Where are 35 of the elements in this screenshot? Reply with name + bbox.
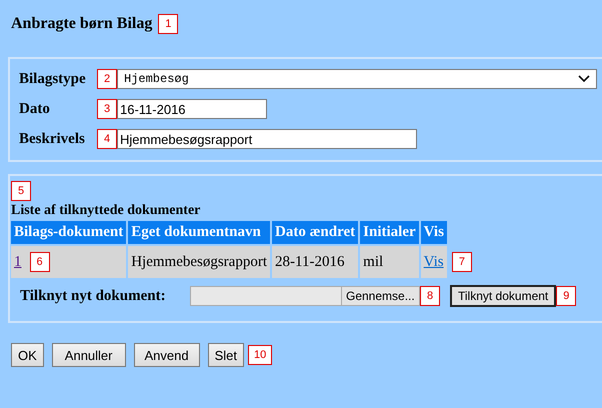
callout-number: 7 xyxy=(452,252,472,272)
chevron-down-icon xyxy=(578,75,590,83)
dialog-button[interactable]: Annuller xyxy=(52,343,126,367)
section-heading: Liste af tilknyttede dokumenter xyxy=(11,203,202,219)
callout-number: 8 xyxy=(420,286,440,306)
callout-number: 4 xyxy=(97,129,117,149)
callout-number: 5 xyxy=(11,181,31,201)
callout-number: 9 xyxy=(556,286,576,306)
table-cell: Hjemmebesøgsrapport xyxy=(128,246,270,278)
field-label: Beskrivels xyxy=(19,130,86,148)
table-cell: 28-11-2016 xyxy=(272,246,358,278)
view-link[interactable]: Vis xyxy=(424,254,444,270)
input-field[interactable]: Hjemmebesøgsrapport xyxy=(117,129,417,149)
column-header: Initialer xyxy=(360,221,419,244)
attach-label: Tilknyt nyt dokument: xyxy=(20,288,167,304)
input-field[interactable]: 16-11-2016 xyxy=(117,99,267,119)
column-header: Eget dokumentnavn xyxy=(128,221,270,244)
attach-document-button[interactable]: Tilknyt dokument xyxy=(450,285,556,307)
field-label: Dato xyxy=(19,100,51,118)
document-link[interactable]: 1 xyxy=(14,254,22,270)
dialog-button[interactable]: OK xyxy=(11,343,44,367)
column-header: Dato ændret xyxy=(272,221,358,244)
page-title: Anbragte børn Bilag xyxy=(11,15,152,33)
column-header: Vis xyxy=(420,221,447,244)
column-header: Bilags-dokument xyxy=(11,221,126,244)
table-cell: mil xyxy=(360,246,419,278)
callout-number: 2 xyxy=(97,69,117,89)
dialog-button[interactable]: Anvend xyxy=(134,343,200,367)
dropdown[interactable]: Hjembesøg xyxy=(117,69,597,89)
callout-number: 6 xyxy=(30,252,50,272)
field-label: Bilagstype xyxy=(19,70,87,88)
callout-number: 3 xyxy=(97,99,117,119)
callout-number: 1 xyxy=(158,14,178,34)
dialog-button[interactable]: Slet xyxy=(208,343,244,367)
callout-number: 10 xyxy=(248,345,272,365)
